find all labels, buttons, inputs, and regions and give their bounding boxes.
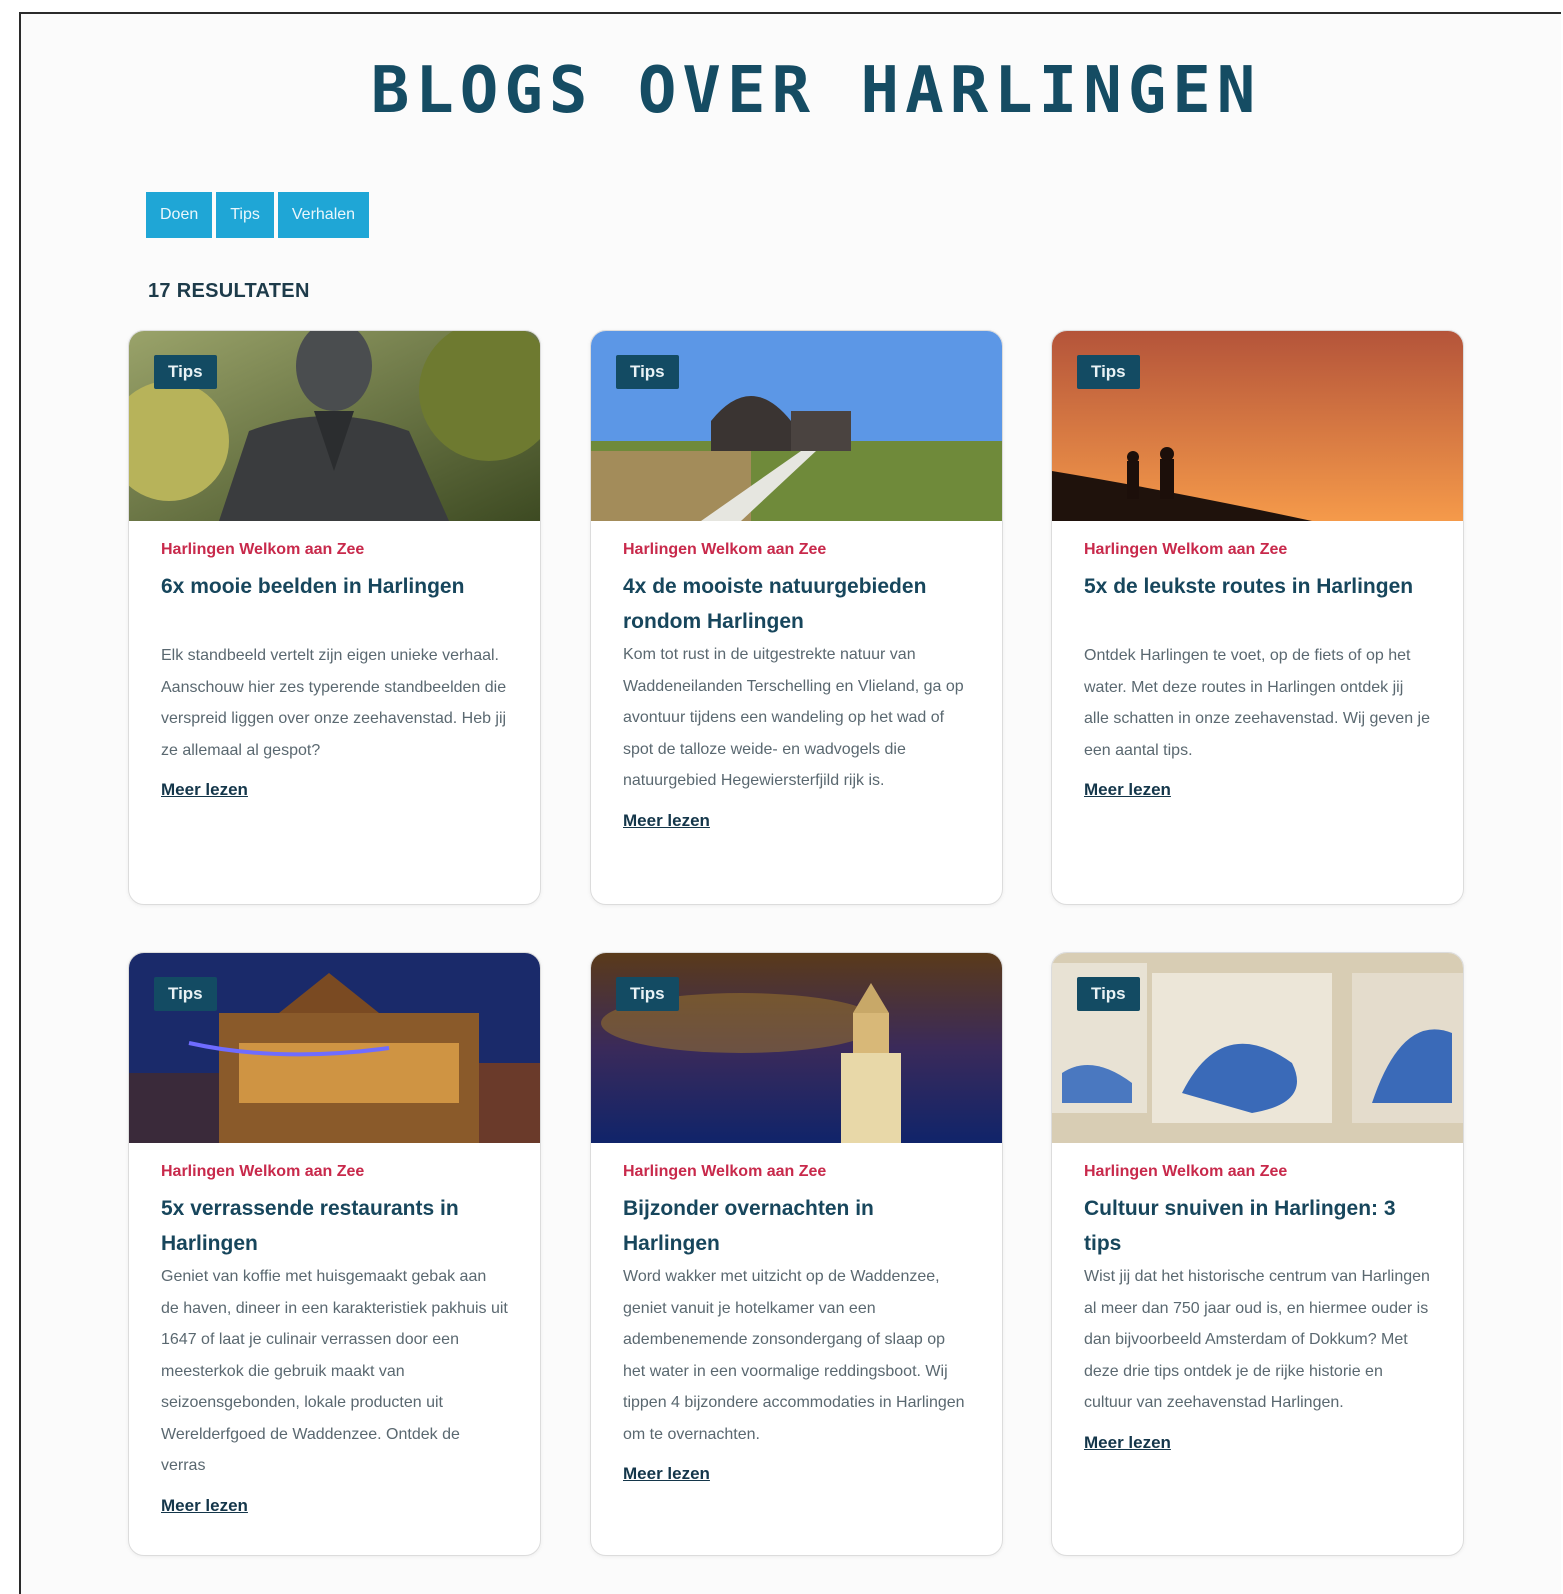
card-title[interactable]: 4x de mooiste natuurgebieden rondom Harl… — [623, 569, 970, 639]
filter-button-doen[interactable]: Doen — [146, 192, 213, 238]
read-more-link[interactable]: Meer lezen — [161, 780, 248, 800]
card-category: Harlingen Welkom aan Zee — [1084, 1163, 1288, 1180]
blog-card[interactable]: Tips Harlingen Welkom aan Zee 6x mooie b… — [128, 330, 541, 905]
page-frame: BLOGS OVER HARLINGEN Doen Tips Verhalen … — [19, 12, 1561, 1594]
blog-card[interactable]: Tips Harlingen Welkom aan Zee 5x de leuk… — [1051, 330, 1464, 905]
read-more-link[interactable]: Meer lezen — [161, 1496, 248, 1516]
card-badge: Tips — [154, 355, 217, 389]
card-badge: Tips — [616, 355, 679, 389]
result-count: 17 RESULTATEN — [148, 280, 310, 302]
card-description: Elk standbeeld vertelt zijn eigen unieke… — [161, 647, 507, 759]
filter-button-tips[interactable]: Tips — [216, 192, 274, 238]
card-description: Word wakker met uitzicht op de Waddenzee… — [623, 1268, 965, 1443]
card-image-sunset-walkers[interactable]: Tips — [1052, 331, 1463, 521]
card-category: Harlingen Welkom aan Zee — [161, 541, 365, 558]
card-description: Wist jij dat het historische centrum van… — [1084, 1268, 1430, 1411]
card-title[interactable]: 5x verrassende restaurants in Harlingen — [161, 1191, 508, 1261]
card-title[interactable]: 6x mooie beelden in Harlingen — [161, 569, 508, 604]
filter-button-verhalen[interactable]: Verhalen — [277, 192, 370, 238]
card-category: Harlingen Welkom aan Zee — [623, 1163, 827, 1180]
card-description: Kom tot rust in de uitgestrekte natuur v… — [623, 646, 964, 789]
card-category: Harlingen Welkom aan Zee — [623, 541, 827, 558]
card-category: Harlingen Welkom aan Zee — [161, 1163, 365, 1180]
read-more-link[interactable]: Meer lezen — [623, 1464, 710, 1484]
read-more-link[interactable]: Meer lezen — [623, 811, 710, 831]
card-category: Harlingen Welkom aan Zee — [1084, 541, 1288, 558]
blog-card[interactable]: Tips Harlingen Welkom aan Zee 5x verrass… — [128, 952, 541, 1556]
card-title[interactable]: Bijzonder overnachten in Harlingen — [623, 1191, 970, 1261]
blog-card[interactable]: Tips Harlingen Welkom aan Zee 4x de mooi… — [590, 330, 1003, 905]
card-image-lighthouse-night[interactable]: Tips — [591, 953, 1002, 1143]
card-description: Geniet van koffie met huisgemaakt gebak … — [161, 1268, 508, 1474]
card-title[interactable]: Cultuur snuiven in Harlingen: 3 tips — [1084, 1191, 1431, 1261]
blog-card[interactable]: Tips Harlingen Welkom aan Zee Cultuur sn… — [1051, 952, 1464, 1556]
read-more-link[interactable]: Meer lezen — [1084, 1433, 1171, 1453]
read-more-link[interactable]: Meer lezen — [1084, 780, 1171, 800]
card-image-bronze-statue[interactable]: Tips — [129, 331, 540, 521]
card-image-night-buildings[interactable]: Tips — [129, 953, 540, 1143]
card-badge: Tips — [154, 977, 217, 1011]
card-badge: Tips — [616, 977, 679, 1011]
card-image-nature-pavilion[interactable]: Tips — [591, 331, 1002, 521]
filter-bar: Doen Tips Verhalen — [146, 192, 370, 238]
card-image-delft-tiles[interactable]: Tips — [1052, 953, 1463, 1143]
blog-card[interactable]: Tips Harlingen Welkom aan Zee Bijzonder … — [590, 952, 1003, 1556]
card-title[interactable]: 5x de leukste routes in Harlingen — [1084, 569, 1431, 604]
card-description: Ontdek Harlingen te voet, op de fiets of… — [1084, 647, 1430, 759]
page-title: BLOGS OVER HARLINGEN — [370, 54, 1262, 128]
card-badge: Tips — [1077, 355, 1140, 389]
card-badge: Tips — [1077, 977, 1140, 1011]
